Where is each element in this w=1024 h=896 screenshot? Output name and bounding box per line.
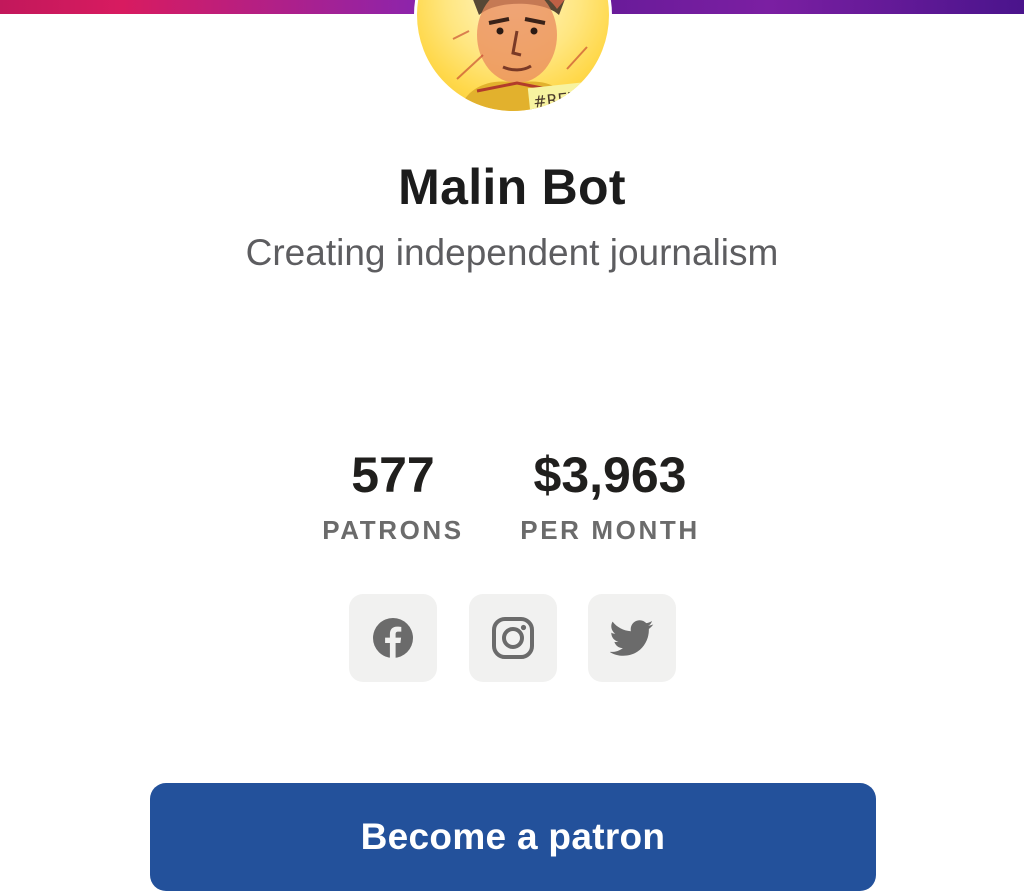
become-patron-button[interactable]: Become a patron <box>150 783 876 891</box>
earnings-label: PER MONTH <box>520 515 700 545</box>
creator-page: #REZI Malin Bot Creating independent jou… <box>0 0 1024 896</box>
patrons-count: 577 <box>351 447 435 503</box>
instagram-icon <box>492 617 534 659</box>
earnings-amount: $3,963 <box>533 447 687 503</box>
twitter-icon <box>610 620 654 656</box>
avatar-badge-text: #REZI <box>532 88 584 112</box>
earnings-stat: $3,963 PER MONTH <box>500 444 720 546</box>
creator-tagline: Creating independent journalism <box>245 232 779 273</box>
facebook-button[interactable] <box>349 594 437 682</box>
twitter-button[interactable] <box>588 594 676 682</box>
patrons-stat: 577 PATRONS <box>300 444 486 546</box>
instagram-button[interactable] <box>469 594 557 682</box>
avatar-portrait: #REZI <box>452 0 591 112</box>
patrons-label: PATRONS <box>322 515 464 545</box>
facebook-icon <box>373 618 413 658</box>
creator-name: Malin Bot <box>398 159 626 215</box>
avatar[interactable]: #REZI <box>414 0 612 114</box>
